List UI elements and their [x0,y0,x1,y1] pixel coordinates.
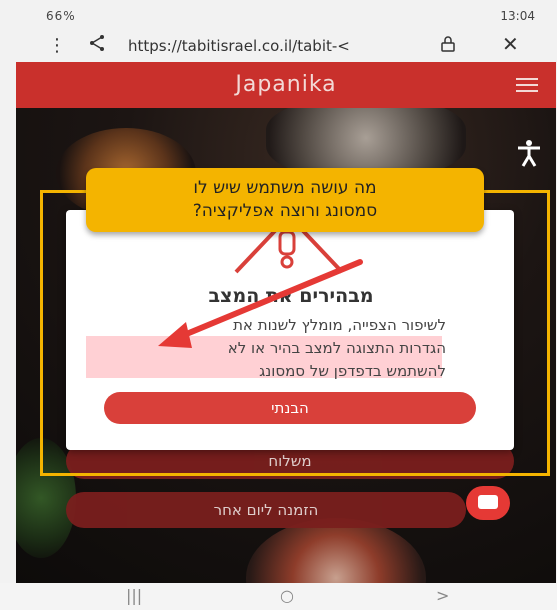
back-icon[interactable]: > [436,586,449,605]
phone-screen: 66% 13:04 ⋮ https://tabitisrael.co.il/ta… [0,0,557,610]
android-nav-bar: ||| ○ > [0,583,557,610]
annotation-line: סמסונג ורוצה אפליקציה? [192,201,378,221]
annotation-line: מה עושה משתמש שיש לו [193,178,377,198]
home-icon[interactable]: ○ [280,586,294,605]
annotation-arrow [158,259,363,348]
recents-icon[interactable]: ||| [126,586,142,605]
annotation-callout: מה עושה משתמש שיש לו סמסונג ורוצה אפליקצ… [86,168,484,232]
